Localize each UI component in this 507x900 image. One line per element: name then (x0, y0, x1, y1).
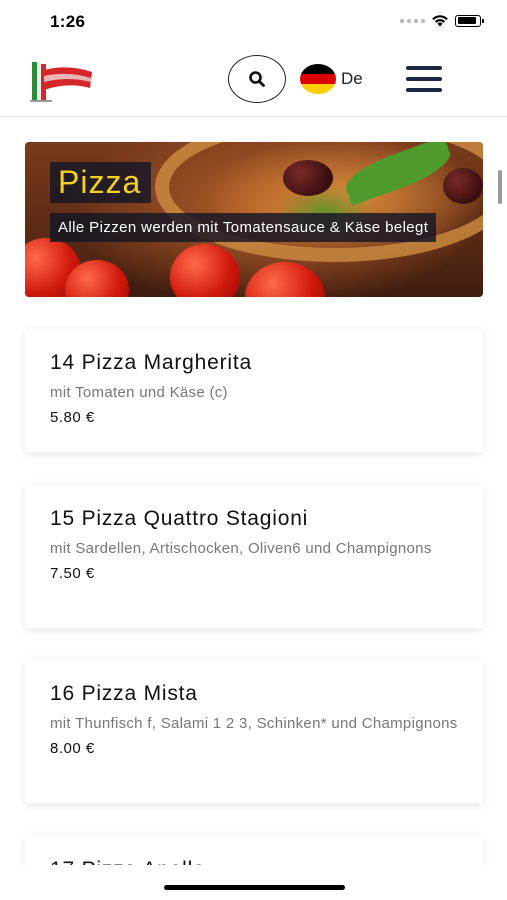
category-banner: Pizza Alle Pizzen werden mit Tomatensauc… (25, 142, 483, 297)
search-button[interactable] (228, 55, 286, 103)
german-flag-icon (300, 64, 336, 94)
cellular-signal-icon (400, 18, 425, 23)
battery-icon (455, 14, 484, 27)
menu-item-card[interactable]: 14 Pizza Margherita mit Tomaten und Käse… (25, 329, 483, 452)
restaurant-logo[interactable] (28, 58, 96, 106)
menu-item-price: 5.80 € (50, 409, 95, 426)
app-header: De (0, 44, 507, 117)
menu-icon (406, 66, 442, 70)
menu-item-title: 15 Pizza Quattro Stagioni (50, 507, 309, 530)
menu-item-description: mit Tomaten und Käse (c) (50, 384, 228, 401)
category-subtitle: Alle Pizzen werden mit Tomatensauce & Kä… (50, 209, 458, 247)
menu-item-title: 16 Pizza Mista (50, 682, 198, 705)
search-icon (249, 71, 265, 87)
menu-item-price: 7.50 € (50, 565, 95, 582)
hamburger-menu-button[interactable] (406, 66, 442, 94)
language-label: De (341, 69, 363, 88)
menu-item-card[interactable]: 15 Pizza Quattro Stagioni mit Sardellen,… (25, 485, 483, 628)
status-bar: 1:26 (0, 0, 507, 44)
menu-item-description: mit Sardellen, Artischocken, Oliven6 und… (50, 540, 432, 557)
category-title: Pizza (50, 162, 152, 203)
bottom-safe-area (0, 865, 507, 900)
wifi-icon (432, 15, 448, 27)
language-selector[interactable]: De (300, 64, 363, 94)
menu-item-card[interactable]: 16 Pizza Mista mit Thunfisch f, Salami 1… (25, 660, 483, 803)
home-indicator[interactable] (164, 885, 345, 890)
status-icons (400, 14, 484, 27)
status-time: 1:26 (50, 12, 86, 31)
scrollbar[interactable] (498, 170, 502, 204)
menu-item-price: 8.00 € (50, 740, 95, 757)
menu-item-title: 14 Pizza Margherita (50, 351, 252, 374)
menu-item-description: mit Thunfisch f, Salami 1 2 3, Schinken*… (50, 715, 458, 732)
